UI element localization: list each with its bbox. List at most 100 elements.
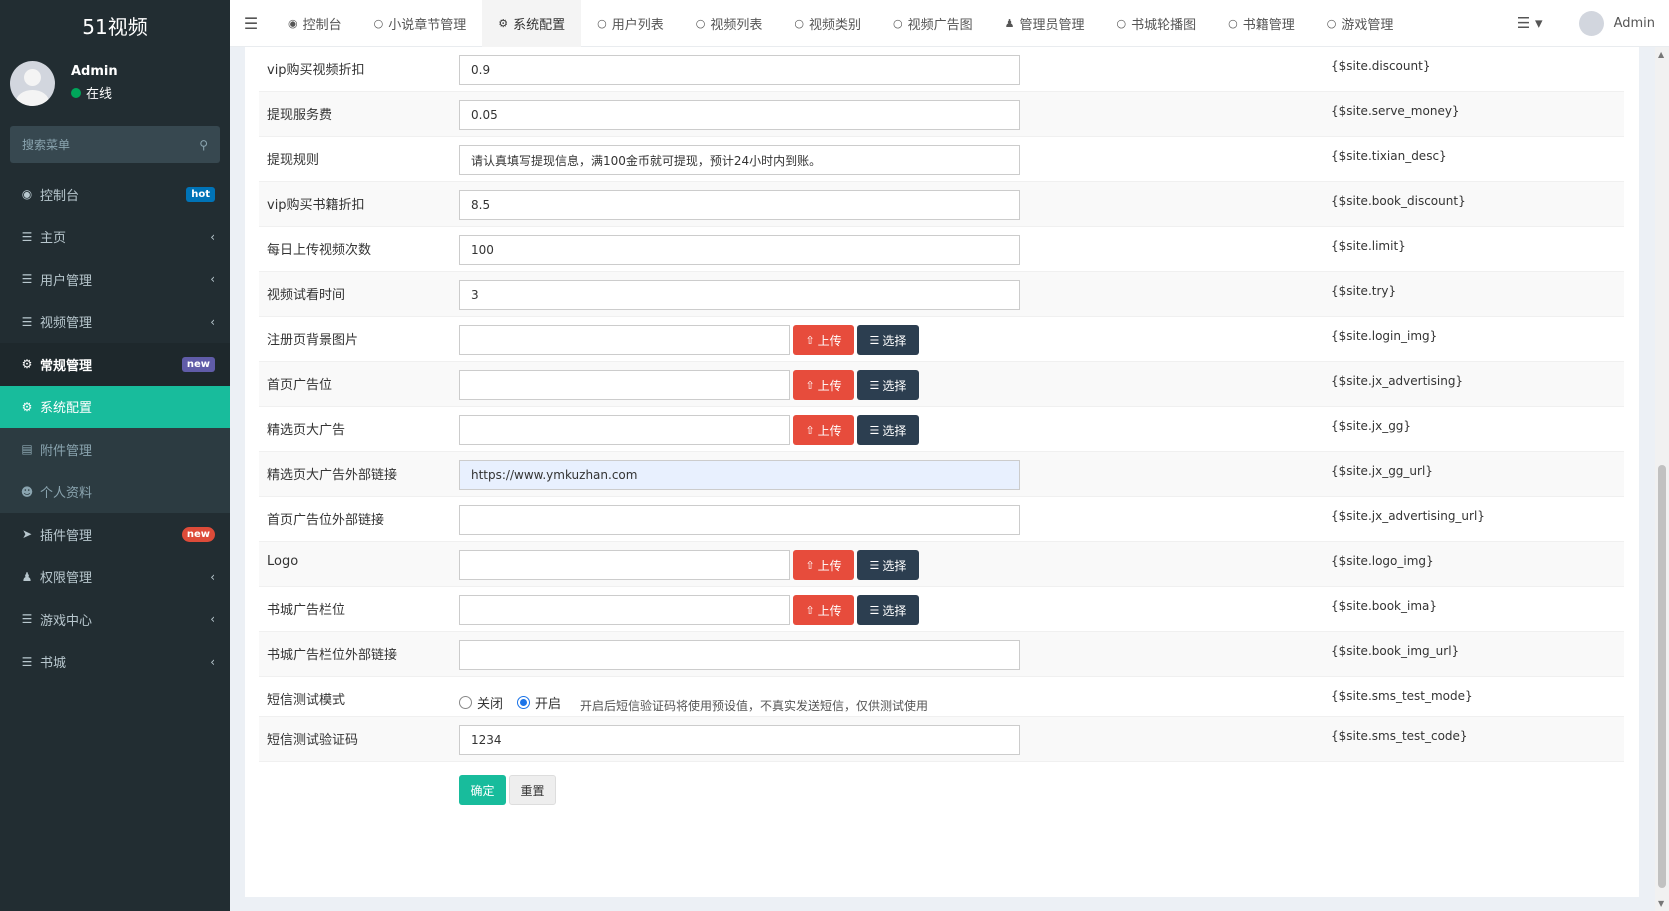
- reset-button[interactable]: 重置: [509, 775, 556, 805]
- tixian-desc-input[interactable]: 请认真填写提现信息，满100金币就可提现，预计24小时内到账。: [459, 145, 1020, 175]
- sidebar-toggle-icon[interactable]: ☰: [230, 14, 272, 33]
- menu-dropdown-icon[interactable]: ☰ ▾: [1517, 14, 1543, 32]
- upload-button[interactable]: ⇧ 上传: [793, 415, 854, 445]
- rocket-icon: ➤: [21, 527, 33, 542]
- submit-button[interactable]: 确定: [459, 775, 506, 805]
- upload-icon: ⇧: [805, 333, 815, 347]
- radio-on[interactable]: [517, 696, 531, 709]
- new-badge: new: [181, 356, 215, 372]
- list-icon: ☰: [21, 272, 33, 287]
- logo-img-input[interactable]: [459, 550, 790, 580]
- discount-input[interactable]: 0.9: [459, 55, 1020, 85]
- topnav-user-name[interactable]: Admin: [1614, 16, 1655, 31]
- form-row-sms-test-mode: 短信测试模式 关闭 开启 开启后短信验证码将使用预设值，不真实发送短信，仅供测试…: [259, 677, 1624, 717]
- form-row-limit: 每日上传视频次数 100 {$site.limit}: [259, 227, 1624, 272]
- scroll-up-icon[interactable]: ▲: [1658, 50, 1664, 59]
- upload-button[interactable]: ⇧ 上传: [793, 370, 854, 400]
- limit-input[interactable]: 100: [459, 235, 1020, 265]
- upload-button[interactable]: ⇧ 上传: [793, 325, 854, 355]
- list-icon: ☰: [869, 423, 880, 437]
- sidebar-item-plugins[interactable]: ➤ 插件管理 new: [0, 513, 230, 556]
- list-icon: ☰: [21, 612, 33, 627]
- sidebar-item-videos[interactable]: ☰ 视频管理 ‹: [0, 301, 230, 344]
- form-row-jx-advertising-url: 首页广告位外部链接 {$site.jx_advertising_url}: [259, 497, 1624, 542]
- sidebar-item-general[interactable]: ⚙ 常规管理 new: [0, 343, 230, 386]
- menu-search-input[interactable]: 搜索菜单 ⚲: [10, 126, 220, 163]
- sidebar-item-attachments[interactable]: ▤ 附件管理: [0, 428, 230, 471]
- upload-icon: ⇧: [805, 378, 815, 392]
- jx-gg-input[interactable]: [459, 415, 790, 445]
- sidebar-item-permissions[interactable]: ♟ 权限管理 ‹: [0, 556, 230, 599]
- list-icon: ☰: [21, 314, 33, 329]
- cog-icon: ⚙: [21, 399, 33, 414]
- list-icon: ☰: [869, 603, 880, 617]
- sidebar-item-home[interactable]: ☰ 主页 ‹: [0, 216, 230, 259]
- book-img-url-input[interactable]: [459, 640, 1020, 670]
- tab-book-carousel[interactable]: ○ 书城轮播图: [1101, 0, 1213, 47]
- circle-icon: ○: [597, 16, 607, 30]
- tab-admin-management[interactable]: ♟ 管理员管理: [989, 0, 1101, 47]
- sms-test-mode-hint: 开启后短信验证码将使用预设值，不真实发送短信，仅供测试使用: [580, 699, 929, 713]
- tab-user-list[interactable]: ○ 用户列表: [581, 0, 680, 47]
- tab-novel-chapters[interactable]: ○ 小说章节管理: [358, 0, 483, 47]
- new-badge: new: [181, 526, 215, 542]
- sidebar-item-bookstore[interactable]: ☰ 书城 ‹: [0, 641, 230, 684]
- select-button[interactable]: ☰ 选择: [857, 415, 919, 445]
- try-input[interactable]: 3: [459, 280, 1020, 310]
- sidebar-item-profile[interactable]: ☻ 个人资料: [0, 470, 230, 513]
- tab-system-config[interactable]: ⚙ 系统配置: [482, 0, 582, 47]
- jx-advertising-url-input[interactable]: [459, 505, 1020, 535]
- radio-off[interactable]: [459, 696, 472, 709]
- file-icon: ▤: [21, 442, 33, 457]
- form-row-jx-gg: 精选页大广告 ⇧ 上传 ☰ 选择 {$site.jx_gg}: [259, 407, 1624, 452]
- jx-advertising-input[interactable]: [459, 370, 790, 400]
- serve-money-input[interactable]: 0.05: [459, 100, 1020, 130]
- circle-icon: ○: [893, 16, 903, 30]
- tab-game-management[interactable]: ○ 游戏管理: [1311, 0, 1410, 47]
- hot-badge: hot: [186, 186, 215, 202]
- jx-gg-url-input[interactable]: https://www.ymkuzhan.com: [459, 460, 1020, 490]
- sidebar-item-system-config[interactable]: ⚙ 系统配置: [0, 385, 230, 428]
- online-status-icon: [71, 87, 81, 98]
- main-content: vip购买视频折扣 0.9 {$site.discount} 提现服务费 0.0…: [230, 47, 1659, 911]
- page-scrollbar[interactable]: ▲ ▼: [1655, 47, 1669, 911]
- book-discount-input[interactable]: 8.5: [459, 190, 1020, 220]
- select-button[interactable]: ☰ 选择: [857, 370, 919, 400]
- tab-video-list[interactable]: ○ 视频列表: [680, 0, 779, 47]
- tab-video-categories[interactable]: ○ 视频类别: [778, 0, 877, 47]
- group-icon: ♟: [21, 569, 33, 584]
- avatar: [10, 60, 55, 106]
- select-button[interactable]: ☰ 选择: [857, 325, 919, 355]
- list-icon: ☰: [21, 654, 33, 669]
- user-panel: Admin 在线: [0, 50, 230, 116]
- tab-video-ads[interactable]: ○ 视频广告图: [877, 0, 989, 47]
- sidebar-item-games[interactable]: ☰ 游戏中心 ‹: [0, 598, 230, 641]
- scroll-down-icon[interactable]: ▼: [1658, 899, 1664, 908]
- form-row-book-img-url: 书城广告栏位外部链接 {$site.book_img_url}: [259, 632, 1624, 677]
- circle-icon: ○: [695, 16, 706, 30]
- list-icon: ☰: [869, 333, 880, 347]
- select-button[interactable]: ☰ 选择: [857, 595, 919, 625]
- scrollbar-thumb[interactable]: [1658, 465, 1666, 888]
- app-logo[interactable]: 51视频: [0, 0, 230, 50]
- form-row-jx-gg-url: 精选页大广告外部链接 https://www.ymkuzhan.com {$si…: [259, 452, 1624, 497]
- sidebar-item-dashboard[interactable]: ◉ 控制台 hot: [0, 173, 230, 216]
- list-icon: ☰: [869, 378, 880, 392]
- upload-icon: ⇧: [805, 423, 815, 437]
- form-row-sms-test-code: 短信测试验证码 1234 {$site.sms_test_code}: [259, 717, 1624, 762]
- user-icon: ☻: [20, 484, 34, 499]
- form-row-discount: vip购买视频折扣 0.9 {$site.discount}: [259, 47, 1624, 92]
- form-row-serve-money: 提现服务费 0.05 {$site.serve_money}: [259, 92, 1624, 137]
- upload-button[interactable]: ⇧ 上传: [793, 595, 854, 625]
- circle-icon: ○: [794, 16, 804, 30]
- sms-test-code-input[interactable]: 1234: [459, 725, 1020, 755]
- sidebar-item-users[interactable]: ☰ 用户管理 ‹: [0, 258, 230, 301]
- upload-button[interactable]: ⇧ 上传: [793, 550, 854, 580]
- select-button[interactable]: ☰ 选择: [857, 550, 919, 580]
- list-icon: ☰: [21, 229, 33, 244]
- book-ima-input[interactable]: [459, 595, 790, 625]
- tab-book-management[interactable]: ○ 书籍管理: [1212, 0, 1311, 47]
- tab-dashboard[interactable]: ◉ 控制台: [272, 0, 358, 47]
- login-img-input[interactable]: [459, 325, 790, 355]
- avatar[interactable]: [1578, 10, 1604, 36]
